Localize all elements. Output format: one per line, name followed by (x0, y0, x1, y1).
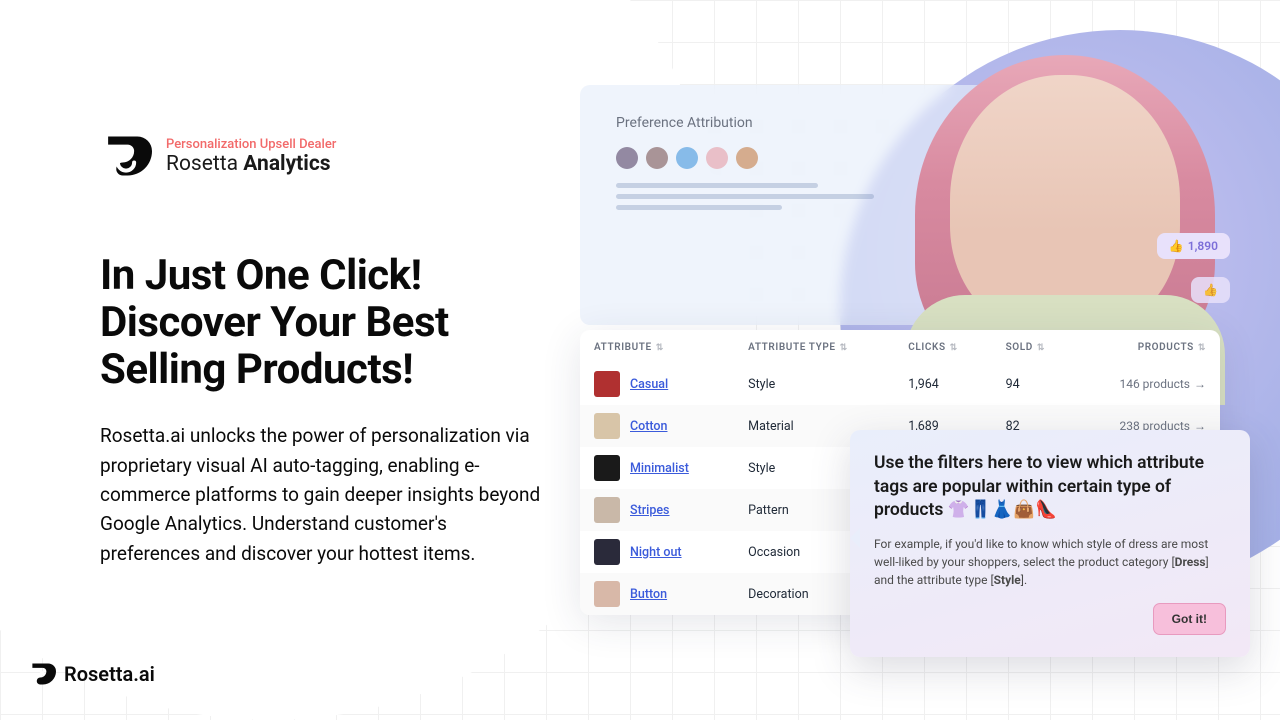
brand-tagline: Personalization Upsell Dealer (166, 137, 336, 152)
swatch (676, 147, 698, 169)
attribute-link[interactable]: Button (630, 587, 667, 602)
rosetta-logo-icon (100, 130, 152, 182)
swatch (706, 147, 728, 169)
footer-brand-label: Rosetta.ai (64, 662, 155, 686)
preference-bar (616, 205, 782, 210)
rosetta-footer-icon (28, 660, 56, 688)
sort-icon: ⇅ (1037, 343, 1045, 353)
likes-pill-small: 👍 (1191, 277, 1230, 303)
col-products[interactable]: PRODUCTS⇅ (1076, 330, 1220, 363)
left-content: Personalization Upsell Dealer Rosetta An… (100, 130, 550, 568)
tooltip-title: Use the filters here to view which attri… (874, 452, 1226, 523)
brand-header: Personalization Upsell Dealer Rosetta An… (100, 130, 550, 182)
clicks-cell: 1,964 (894, 363, 991, 405)
likes-pill: 👍 1,890 (1157, 233, 1230, 259)
col-clicks[interactable]: CLICKS⇅ (894, 330, 991, 363)
sort-icon: ⇅ (656, 343, 664, 353)
attribute-link[interactable]: Stripes (630, 503, 670, 518)
headline: In Just One Click! Discover Your Best Se… (100, 252, 550, 393)
thumbs-up-icon: 👍 (1169, 239, 1184, 253)
attribute-type-cell: Style (734, 363, 894, 405)
product-thumb (594, 371, 620, 397)
brand-text: Personalization Upsell Dealer Rosetta An… (166, 137, 336, 176)
description: Rosetta.ai unlocks the power of personal… (100, 421, 550, 568)
product-emoji-row: 👚👖👗👜👠 (948, 500, 1057, 520)
table-row[interactable]: Casual Style1,96494146 products→ (580, 363, 1220, 405)
col-attribute[interactable]: ATTRIBUTE⇅ (580, 330, 734, 363)
sort-icon: ⇅ (840, 343, 848, 353)
swatch (736, 147, 758, 169)
attribute-link[interactable]: Cotton (630, 419, 667, 434)
brand-name: Rosetta Analytics (166, 152, 336, 176)
swatch (646, 147, 668, 169)
preference-bar (616, 183, 818, 188)
footer-brand: Rosetta.ai (28, 660, 155, 688)
product-thumb (594, 455, 620, 481)
filter-tooltip: Use the filters here to view which attri… (850, 430, 1250, 657)
sort-icon: ⇅ (950, 343, 958, 353)
product-thumb (594, 497, 620, 523)
preference-bar (616, 194, 874, 199)
swatch (616, 147, 638, 169)
sold-cell: 94 (992, 363, 1077, 405)
attribute-link[interactable]: Minimalist (630, 461, 689, 476)
col-sold[interactable]: SOLD⇅ (992, 330, 1077, 363)
attribute-link[interactable]: Night out (630, 545, 682, 560)
attribute-link[interactable]: Casual (630, 377, 668, 392)
product-thumb (594, 581, 620, 607)
col-attribute-type[interactable]: ATTRIBUTE TYPE⇅ (734, 330, 894, 363)
thumbs-up-icon: 👍 (1203, 283, 1218, 297)
arrow-right-icon: → (1194, 377, 1206, 391)
product-thumb (594, 539, 620, 565)
product-thumb (594, 413, 620, 439)
products-cell[interactable]: 146 products→ (1076, 363, 1220, 405)
sort-icon: ⇅ (1198, 343, 1206, 353)
tooltip-body: For example, if you'd like to know which… (874, 535, 1226, 589)
got-it-button[interactable]: Got it! (1153, 603, 1226, 635)
